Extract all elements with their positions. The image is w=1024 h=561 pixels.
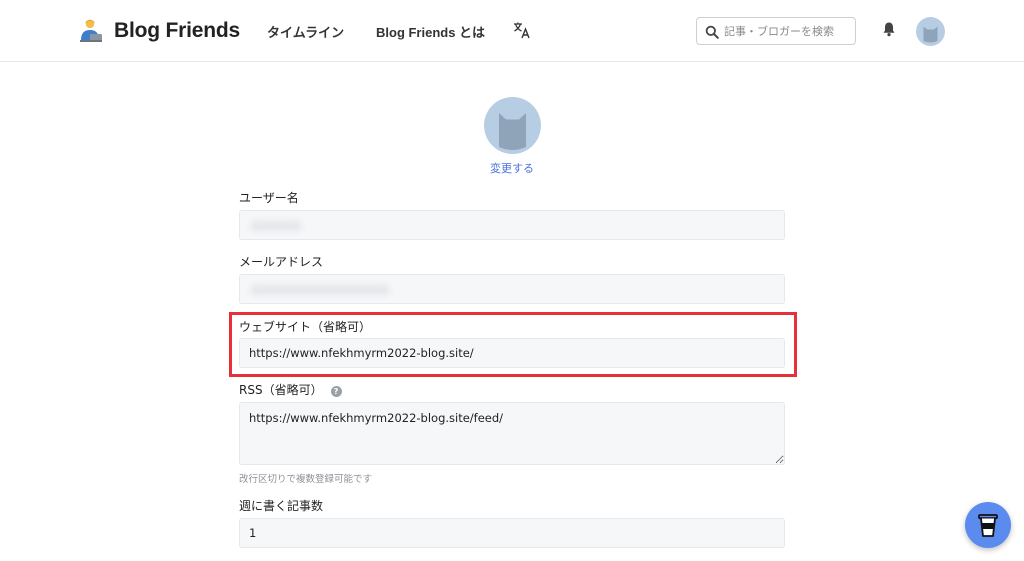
posts-per-week-field[interactable] [239, 518, 785, 548]
redacted-username [250, 221, 302, 231]
posts-per-week-label: 週に書く記事数 [239, 499, 324, 513]
person-at-laptop-icon [78, 18, 104, 44]
nav-about[interactable]: Blog Friends とは [376, 22, 485, 41]
redacted-email [250, 285, 390, 295]
search-input[interactable] [724, 21, 852, 41]
rss-label: RSS（省略可） [239, 383, 323, 397]
bell-icon[interactable] [882, 21, 896, 37]
translate-icon[interactable] [513, 21, 531, 39]
search-icon [705, 24, 719, 39]
website-label: ウェブサイト（省略可） [239, 320, 372, 334]
question-circle-icon[interactable]: ? [330, 386, 342, 397]
brand-name: Blog Friends [114, 19, 240, 42]
rss-label-row: RSS（省略可）? [239, 381, 342, 398]
email-field[interactable] [239, 274, 785, 304]
cat-avatar-icon [923, 26, 938, 43]
coffee-button[interactable] [965, 502, 1011, 548]
email-label: メールアドレス [239, 255, 324, 269]
site-header: Blog Friends タイムライン Blog Friends とは [0, 0, 1024, 62]
profile-avatar[interactable] [484, 97, 541, 154]
coffee-cup-icon [978, 514, 998, 537]
change-avatar-link[interactable]: 変更する [490, 162, 534, 175]
user-avatar[interactable] [916, 17, 945, 46]
change-avatar-area: 変更する [0, 160, 1024, 176]
search-box[interactable] [696, 17, 856, 45]
nav-timeline[interactable]: タイムライン [267, 22, 344, 41]
brand-logo[interactable]: Blog Friends [78, 18, 240, 44]
rss-hint: 改行区切りで複数登録可能です [239, 474, 373, 485]
username-label: ユーザー名 [239, 191, 299, 205]
cat-avatar-icon [499, 113, 526, 150]
website-field[interactable] [239, 338, 785, 368]
username-field[interactable] [239, 210, 785, 240]
rss-field[interactable] [239, 402, 785, 465]
